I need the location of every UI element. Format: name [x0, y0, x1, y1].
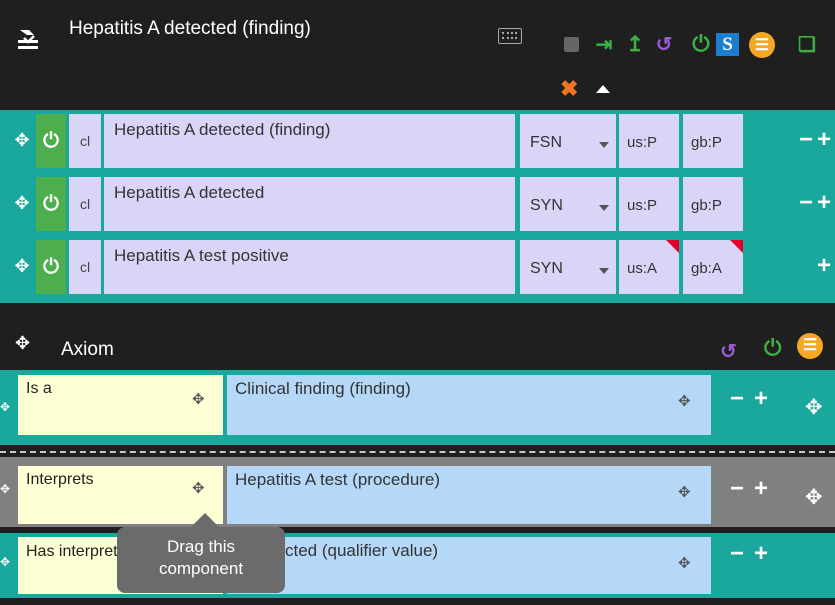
axiom-title: Axiom — [61, 339, 114, 360]
add-relationship-button[interactable]: + — [754, 542, 768, 566]
promote-icon[interactable]: ↥ — [624, 33, 646, 56]
chevron-down-icon — [599, 142, 609, 148]
menu-icon[interactable]: ☰ — [797, 333, 823, 359]
type-value: FSN — [530, 134, 562, 151]
type-select[interactable]: SYN — [520, 177, 616, 231]
remove-description-button[interactable]: − — [799, 128, 813, 152]
attribute-target-label: cted (qualifier value) — [285, 541, 439, 560]
drag-icon[interactable]: ✥ — [678, 483, 691, 501]
term-input[interactable]: Hepatitis A test positive — [104, 240, 515, 294]
remove-relationship-button[interactable]: − — [730, 542, 744, 566]
description-row: ✥ ⏻ cl Hepatitis A test positive SYN us:… — [0, 236, 835, 294]
power-icon[interactable]: ⏻ — [36, 240, 66, 294]
save-icon[interactable] — [560, 33, 582, 55]
drag-icon[interactable]: ✥ — [15, 333, 30, 354]
case-significance[interactable]: cl — [69, 114, 101, 168]
concept-title: Hepatitis A detected (finding) — [69, 18, 311, 39]
import-icon[interactable]: ⇥ — [593, 33, 615, 56]
remove-relationship-button[interactable]: − — [730, 477, 744, 501]
concept-header: Hepatitis A detected (finding) ⇥ ↥ ↺ ⏻ S… — [0, 0, 835, 110]
drag-handle-icon[interactable]: ✥ — [0, 555, 10, 569]
acceptability-us[interactable]: us:P — [619, 177, 679, 231]
copy-icon[interactable]: ❏ — [796, 33, 818, 56]
type-value: SYN — [530, 197, 563, 214]
attribute-target-label: Clinical finding (finding) — [235, 379, 411, 398]
app-icon — [18, 30, 38, 49]
term-input[interactable]: Hepatitis A detected (finding) — [104, 114, 515, 168]
chevron-down-icon — [599, 268, 609, 274]
drag-icon[interactable]: ✥ — [10, 254, 34, 278]
acceptability-us[interactable]: us:A — [619, 240, 679, 294]
type-select[interactable]: FSN — [520, 114, 616, 168]
caret-up-icon[interactable] — [596, 85, 610, 93]
bottom-bar — [0, 598, 835, 605]
add-description-button[interactable]: + — [817, 254, 831, 278]
menu-icon[interactable]: ☰ — [749, 32, 775, 58]
remove-relationship-button[interactable]: − — [730, 387, 744, 411]
drag-icon[interactable]: ✥ — [10, 128, 34, 152]
description-row: ✥ ⏻ cl Hepatitis A detected SYN us:P gb:… — [0, 173, 835, 231]
drag-handle-icon[interactable]: ✥ — [0, 482, 10, 496]
drag-icon[interactable]: ✥ — [192, 479, 205, 497]
tooltip-line-1: Drag this — [166, 537, 236, 556]
acceptability-gb[interactable]: gb:A — [683, 240, 743, 294]
attribute-type-label: Interprets — [26, 471, 94, 488]
description-row: ✥ ⏻ cl Hepatitis A detected (finding) FS… — [0, 110, 835, 168]
add-relationship-button[interactable]: + — [754, 387, 768, 411]
close-icon[interactable]: ✖ — [560, 78, 578, 100]
acceptability-gb[interactable]: gb:P — [683, 114, 743, 168]
power-icon[interactable]: ⏻ — [36, 114, 66, 168]
term-input[interactable]: Hepatitis A detected — [104, 177, 515, 231]
drag-icon[interactable]: ✥ — [678, 392, 691, 410]
case-significance[interactable]: cl — [69, 177, 101, 231]
remove-description-button[interactable]: − — [799, 191, 813, 215]
acceptability-us[interactable]: us:P — [619, 114, 679, 168]
drag-tooltip: Drag this component — [117, 527, 285, 593]
drag-icon[interactable]: ✥ — [192, 390, 205, 408]
tooltip-arrow — [191, 513, 219, 527]
drag-icon[interactable]: ✥ — [10, 191, 34, 215]
attribute-type-label: Is a — [26, 380, 52, 397]
axiom-header: ✥ Axiom ↺ ⏻ ☰ — [0, 315, 835, 370]
add-description-button[interactable]: + — [817, 191, 831, 215]
keyboard-icon[interactable] — [498, 28, 522, 44]
group-divider — [0, 451, 835, 453]
attribute-target-field[interactable]: cted (qualifier value) — [227, 537, 711, 594]
drag-handle-icon[interactable]: ✥ — [0, 400, 10, 414]
attribute-target-field[interactable]: Clinical finding (finding) — [227, 375, 711, 435]
power-icon[interactable]: ⏻ — [36, 177, 66, 231]
drag-icon[interactable]: ✥ — [678, 554, 691, 572]
history-icon[interactable]: ↺ — [720, 339, 737, 364]
acceptability-gb[interactable]: gb:P — [683, 177, 743, 231]
add-description-button[interactable]: + — [817, 128, 831, 152]
history-icon[interactable]: ↺ — [653, 33, 675, 56]
add-relationship-button[interactable]: + — [754, 477, 768, 501]
relationship-row: ✥ Interprets ✥ Hepatitis A test (procedu… — [0, 457, 835, 527]
type-value: SYN — [530, 260, 563, 277]
chevron-down-icon — [599, 205, 609, 211]
power-icon[interactable]: ⏻ — [690, 31, 712, 56]
drag-icon[interactable]: ✥ — [805, 485, 823, 510]
relationship-row: ✥ Is a ✥ Clinical finding (finding) ✥ − … — [0, 370, 835, 445]
descriptions-panel: ✥ ⏻ cl Hepatitis A detected (finding) FS… — [0, 110, 835, 303]
drag-icon[interactable]: ✥ — [805, 395, 823, 420]
attribute-target-label: Hepatitis A test (procedure) — [235, 470, 441, 489]
attribute-target-field[interactable]: Hepatitis A test (procedure) — [227, 466, 711, 524]
s-icon[interactable]: S — [716, 33, 739, 56]
type-select[interactable]: SYN — [520, 240, 616, 294]
power-icon[interactable]: ⏻ — [764, 335, 781, 361]
divider — [0, 303, 835, 315]
case-significance[interactable]: cl — [69, 240, 101, 294]
tooltip-line-2: component — [158, 559, 244, 578]
